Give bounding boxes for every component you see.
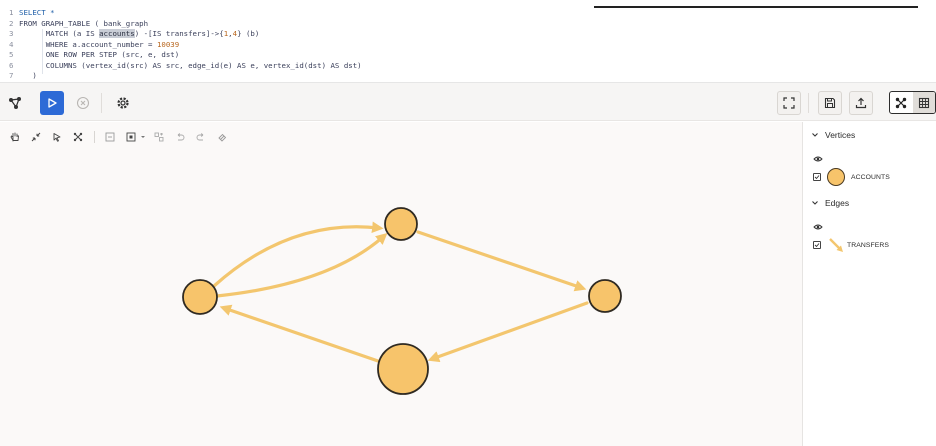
- edge-checkbox[interactable]: [813, 241, 821, 249]
- eye-icon[interactable]: [813, 155, 823, 163]
- table-view-icon: [918, 97, 929, 108]
- code-token: WHERE a.account_number =: [19, 39, 157, 49]
- export-button[interactable]: [849, 91, 873, 115]
- graph-toolbar: [0, 83, 936, 121]
- code-token: ) -[IS transfers]->{: [134, 29, 224, 38]
- chevron-down-icon: [812, 201, 818, 205]
- code-text: COLUMNS (vertex_id(src) AS src, edge_id(…: [19, 61, 362, 72]
- code-token: } (b): [237, 29, 260, 38]
- code-text: SELECT *: [19, 8, 55, 19]
- code-text: ONE ROW PER STEP (src, e, dst): [19, 50, 180, 61]
- line-number: 1: [9, 8, 14, 17]
- selected-token: accounts: [99, 29, 135, 38]
- fullscreen-button[interactable]: [777, 91, 801, 115]
- code-token: COLUMNS (vertex_id(src) AS src, edge_id(…: [19, 60, 362, 70]
- run-icon: [48, 98, 57, 108]
- code-token: FROM GRAPH_TABLE ( bank_graph: [19, 18, 149, 28]
- code-text: FROM GRAPH_TABLE ( bank_graph: [19, 19, 148, 30]
- code-token: ONE ROW PER STEP (src, e, dst): [19, 50, 180, 59]
- legend-panel: Vertices ACCOUNTS Edges TRANSFERS: [802, 122, 936, 446]
- fullscreen-icon: [783, 97, 795, 109]
- edges-title: Edges: [825, 198, 850, 208]
- line-number: 6: [9, 60, 14, 70]
- line-number: 4: [9, 39, 14, 49]
- export-icon: [855, 97, 867, 109]
- graph-node[interactable]: [384, 207, 418, 241]
- cancel-icon: [76, 96, 90, 110]
- line-number: 7: [9, 71, 14, 80]
- graph-view-icon: [896, 97, 907, 108]
- editor-top-rule: [594, 6, 918, 8]
- toolbar-divider: [808, 93, 809, 113]
- code-token: ): [19, 71, 37, 80]
- vertex-checkbox[interactable]: [813, 173, 821, 181]
- save-button[interactable]: [818, 91, 842, 115]
- graph-node[interactable]: [377, 343, 429, 395]
- line-number: 5: [9, 50, 14, 59]
- vertex-legend-item: ACCOUNTS: [813, 168, 890, 186]
- vertex-label: ACCOUNTS: [851, 173, 890, 181]
- code-text: MATCH (a IS accounts) -[IS transfers]->{…: [19, 29, 259, 40]
- vertices-title: Vertices: [825, 130, 856, 140]
- line-number: 2: [9, 18, 14, 28]
- graph-edge[interactable]: [427, 301, 589, 363]
- chevron-down-icon: [812, 133, 818, 137]
- code-text: ): [19, 71, 37, 82]
- settings-button[interactable]: [111, 91, 135, 115]
- graph-view[interactable]: [0, 122, 802, 446]
- graph-edge[interactable]: [219, 304, 380, 363]
- code-token: SELECT *: [19, 8, 55, 17]
- check-icon: [814, 243, 820, 248]
- eye-icon[interactable]: [813, 223, 823, 231]
- save-icon: [824, 97, 836, 109]
- graph-canvas[interactable]: [0, 122, 802, 446]
- graph-view-button[interactable]: [890, 92, 913, 113]
- query-editor[interactable]: 1 SELECT * 2 FROM GRAPH_TABLE ( bank_graph 3…: [0, 0, 936, 83]
- graph-schema-icon: [9, 97, 21, 109]
- vertex-swatch: [827, 168, 845, 186]
- check-icon: [814, 175, 820, 180]
- graph-node[interactable]: [588, 279, 622, 313]
- settings-icon: [117, 97, 129, 109]
- edge-legend-item: TRANSFERS: [813, 236, 889, 254]
- graph-edge[interactable]: [416, 230, 587, 292]
- graph-edge[interactable]: [215, 232, 388, 298]
- edge-swatch-icon: [829, 238, 843, 252]
- graph-schema-button[interactable]: [3, 91, 27, 115]
- code-token: 10039: [156, 39, 180, 49]
- view-toggle: [889, 91, 936, 114]
- code-token: MATCH (a IS: [19, 29, 100, 38]
- cancel-button[interactable]: [71, 91, 95, 115]
- edge-label: TRANSFERS: [847, 241, 890, 249]
- graph-node[interactable]: [182, 279, 218, 315]
- toolbar-divider: [101, 93, 102, 113]
- vertices-section-toggle[interactable]: Vertices: [811, 130, 855, 140]
- edges-section-toggle[interactable]: Edges: [811, 198, 849, 208]
- line-number: 3: [9, 29, 14, 38]
- run-button[interactable]: [40, 91, 64, 115]
- code-text: WHERE a.account_number = 10039: [19, 39, 180, 51]
- table-view-button[interactable]: [912, 92, 935, 113]
